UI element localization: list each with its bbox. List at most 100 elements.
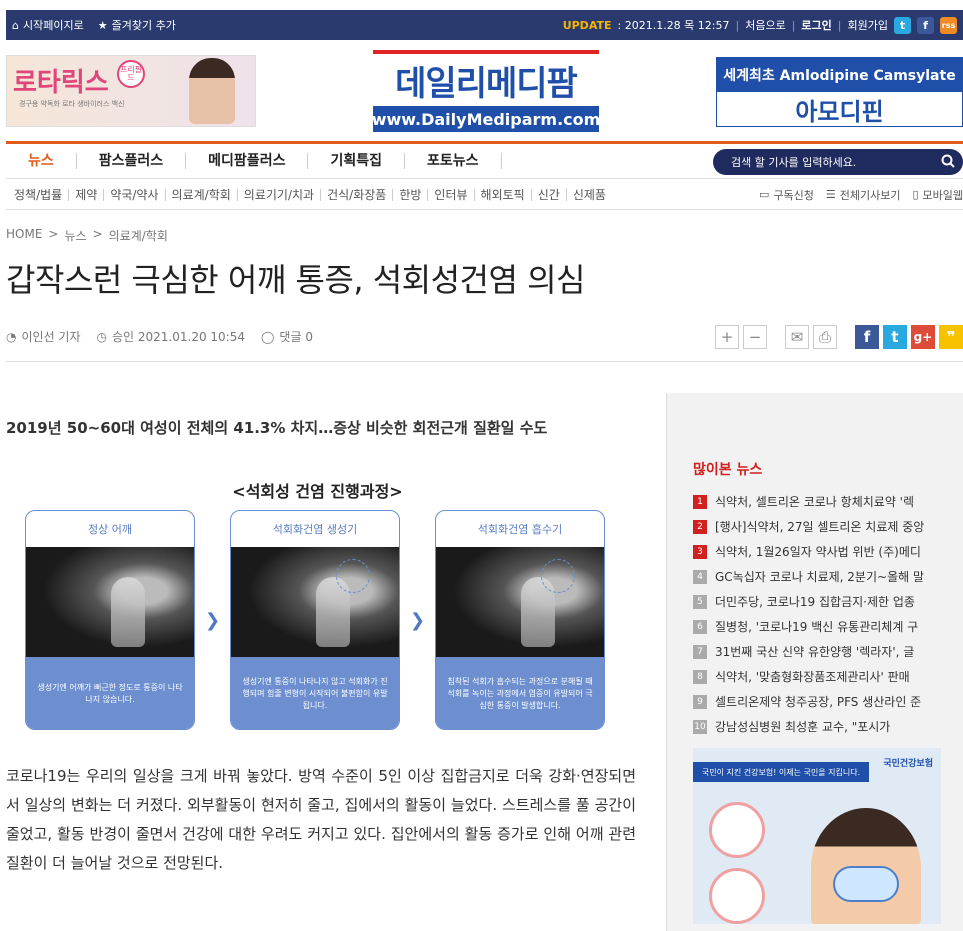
nav-item-special[interactable]: 기획특집 [308, 153, 405, 169]
breadcrumb-category[interactable]: 의료계/학회 [109, 227, 168, 244]
subscribe-link[interactable]: ▭ 구독신청 [759, 187, 814, 203]
panel-description: 생성기엔 어깨가 뻐근한 정도로 통증이 나타나지 않습니다. [26, 657, 194, 729]
chevron-right-icon: > [48, 227, 59, 241]
rank-badge: 8 [693, 669, 707, 684]
subnav-item[interactable]: 의료기기/치과 [238, 188, 322, 201]
subnav-item[interactable]: 인터뷰 [428, 188, 475, 201]
popular-news: 많이본 뉴스 1 식약처, 셀트리온 코로나 항체치료약 '렉 2 [행사]식약처,… [693, 459, 943, 739]
start-page-link[interactable]: ⌂ 시작페이지로 [12, 17, 84, 33]
login-link[interactable]: 로그인 [801, 17, 831, 33]
popular-item[interactable]: 10 강남성심병원 최성훈 교수, "포시가 [693, 714, 943, 739]
share-google-icon[interactable]: g+ [911, 325, 935, 349]
font-increase-button[interactable]: + [715, 325, 739, 349]
popular-item[interactable]: 6 질병청, '코로나19 백신 유통관리체계 구 [693, 614, 943, 639]
home-icon: ⌂ [12, 18, 19, 32]
approved-time: 승인 2021.01.20 10:54 [111, 330, 245, 344]
popular-item[interactable]: 3 식약처, 1월26일자 약사법 위반 (주)메디 [693, 539, 943, 564]
article-subtitle: 2019년 50~60대 여성이 전체의 41.3% 차지…증상 비슷한 회전근… [6, 419, 548, 437]
signup-link[interactable]: 회원가입 [848, 17, 888, 33]
panel-description: 생성기엔 통증이 나타나지 않고 석회화가 진행되며 힘줄 변형이 시작되어 불… [231, 657, 399, 729]
update-time: : 2021.1.28 목 12:57 [617, 19, 730, 32]
mobile-icon: ▯ [912, 188, 919, 201]
popular-item[interactable]: 7 31번째 국산 신약 유한양행 '렉라자', 글 [693, 639, 943, 664]
article-body: 코로나19는 우리의 일상을 크게 바꿔 놓았다. 방역 수준이 5인 이상 집… [6, 767, 636, 872]
chevron-right-icon: ❯ [410, 610, 426, 631]
nhis-ad-banner[interactable]: 국민이 지킨 건강보험! 이제는 국민을 지킵니다. 국민건강보험 [693, 748, 941, 924]
popular-item[interactable]: 4 GC녹십자 코로나 치료제, 2분기~올해 말 [693, 564, 943, 589]
comment-icon: ◯ [260, 329, 275, 344]
popular-item[interactable]: 9 셀트리온제약 청주공장, PFS 생산라인 준 [693, 689, 943, 714]
diagram-title: <석회성 건염 진행과정> [232, 482, 403, 501]
xray-image [26, 547, 194, 657]
font-decrease-button[interactable]: − [743, 325, 767, 349]
search-placeholder: 검색 할 기사를 입력하세요. [731, 156, 857, 169]
subnav-item[interactable]: 건식/화장품 [321, 188, 394, 201]
ad-left-sub: 경구용 약독화 로타 생바이러스 백신 [19, 100, 125, 108]
main-nav: 뉴스 팜스플러스 메디팜플러스 기획특집 포토뉴스 검색 할 기사를 입력하세요… [6, 141, 963, 179]
popular-item[interactable]: 5 더민주당, 코로나19 집합금지·제한 업종 [693, 589, 943, 614]
subnav-item[interactable]: 신간 [532, 188, 567, 201]
logo-korean: 데일리메디팜 [373, 50, 599, 106]
facebook-icon[interactable]: f [917, 16, 934, 34]
share-kakao-icon[interactable]: ❞ [939, 325, 963, 349]
search-input[interactable]: 검색 할 기사를 입력하세요. [713, 149, 963, 175]
sneeze-illustration [709, 868, 765, 924]
top-bar: ⌂ 시작페이지로 ★ 즐겨찾기 추가 UPDATE : 2021.1.28 목 12… [6, 10, 963, 40]
rank-badge: 10 [693, 719, 707, 734]
subnav-item[interactable]: 신제품 [567, 189, 612, 201]
nav-item-medipharmplus[interactable]: 메디팜플러스 [186, 153, 309, 169]
search-icon[interactable] [941, 154, 955, 168]
breadcrumb-news[interactable]: 뉴스 [64, 227, 86, 244]
update-label: UPDATE [562, 18, 612, 32]
mobile-web-link[interactable]: ▯ 모바일웹 [912, 187, 963, 203]
nav-item-news[interactable]: 뉴스 [6, 153, 77, 169]
bookmark-link[interactable]: ★ 즐겨찾기 추가 [98, 17, 176, 33]
site-logo[interactable]: 데일리메디팜 www.DailyMediparm.com [372, 50, 600, 132]
share-facebook-icon[interactable]: f [855, 325, 879, 349]
nav-item-pharmsplus[interactable]: 팜스플러스 [77, 153, 187, 169]
subnav-item[interactable]: 한방 [393, 188, 429, 201]
rss-icon[interactable]: rss [940, 16, 957, 34]
panel-description: 침착된 석회가 흡수되는 과정으로 분해될 때 석회를 녹이는 과정에서 염증이… [436, 657, 604, 729]
person-icon: ◔ [6, 329, 17, 344]
all-articles-link[interactable]: ☰ 전체기사보기 [826, 187, 901, 203]
chevron-right-icon: > [92, 227, 103, 241]
breadcrumb-home[interactable]: HOME [6, 227, 42, 244]
panel-normal: 정상 어깨 생성기엔 어깨가 뻐근한 정도로 통증이 나타나지 않습니다. [25, 510, 195, 730]
sidebar: 많이본 뉴스 1 식약처, 셀트리온 코로나 항체치료약 '렉 2 [행사]식약처,… [666, 393, 963, 931]
clock-icon: ◷ [96, 329, 107, 344]
xray-image [436, 547, 604, 657]
home-link[interactable]: 처음으로 [745, 17, 785, 33]
popular-item[interactable]: 8 식약처, '맞춤형화장품조제관리사' 판매 [693, 664, 943, 689]
star-icon: ★ [97, 18, 108, 32]
chevron-right-icon: ❯ [205, 610, 221, 631]
subnav-item[interactable]: 의료계/학회 [166, 188, 238, 201]
banner-logo: 국민건강보험 [883, 759, 933, 769]
panel-heading: 정상 어깨 [88, 523, 132, 536]
share-twitter-icon[interactable]: t [883, 325, 907, 349]
panel-heading: 석회화건염 생성기 [272, 523, 358, 536]
popular-item[interactable]: 2 [행사]식약처, 27일 셀트리온 치료제 중앙 [693, 514, 943, 539]
nav-item-photo[interactable]: 포토뉴스 [405, 153, 502, 169]
subnav-item[interactable]: 정책/법률 [6, 188, 70, 201]
twitter-icon[interactable]: t [894, 16, 911, 34]
print-icon[interactable]: ⎙ [813, 325, 837, 349]
subnav-item[interactable]: 약국/약사 [104, 188, 166, 201]
article-title: 갑작스런 극심한 어깨 통증, 석회성건염 의심 [6, 261, 585, 299]
cough-illustration [709, 802, 765, 858]
ad-banner-left[interactable]: 로타릭스 프리필드 경구용 약독화 로타 생바이러스 백신 [6, 55, 256, 127]
email-icon[interactable]: ✉ [785, 325, 809, 349]
popular-item[interactable]: 1 식약처, 셀트리온 코로나 항체치료약 '렉 [693, 489, 943, 514]
subnav-item[interactable]: 제약 [69, 188, 105, 201]
ad-banner-right[interactable]: 세계최초 Amlodipine Camsylate 아모디핀 [716, 57, 963, 127]
popular-news-title: 많이본 뉴스 [693, 462, 763, 478]
rank-badge: 6 [693, 619, 707, 634]
ad-left-brand: 로타릭스 [13, 68, 109, 98]
comments-link[interactable]: ◯ 댓글 0 [261, 328, 313, 345]
subnav-item[interactable]: 해외토픽 [475, 188, 532, 201]
ad-right-top: 세계최초 Amlodipine Camsylate [717, 58, 962, 92]
rank-badge: 1 [693, 494, 707, 509]
panel-heading: 석회화건염 흡수기 [477, 523, 563, 536]
article-tools: + − ✉ ⎙ f t g+ ❞ [715, 325, 963, 349]
mask-illustration [833, 866, 899, 902]
